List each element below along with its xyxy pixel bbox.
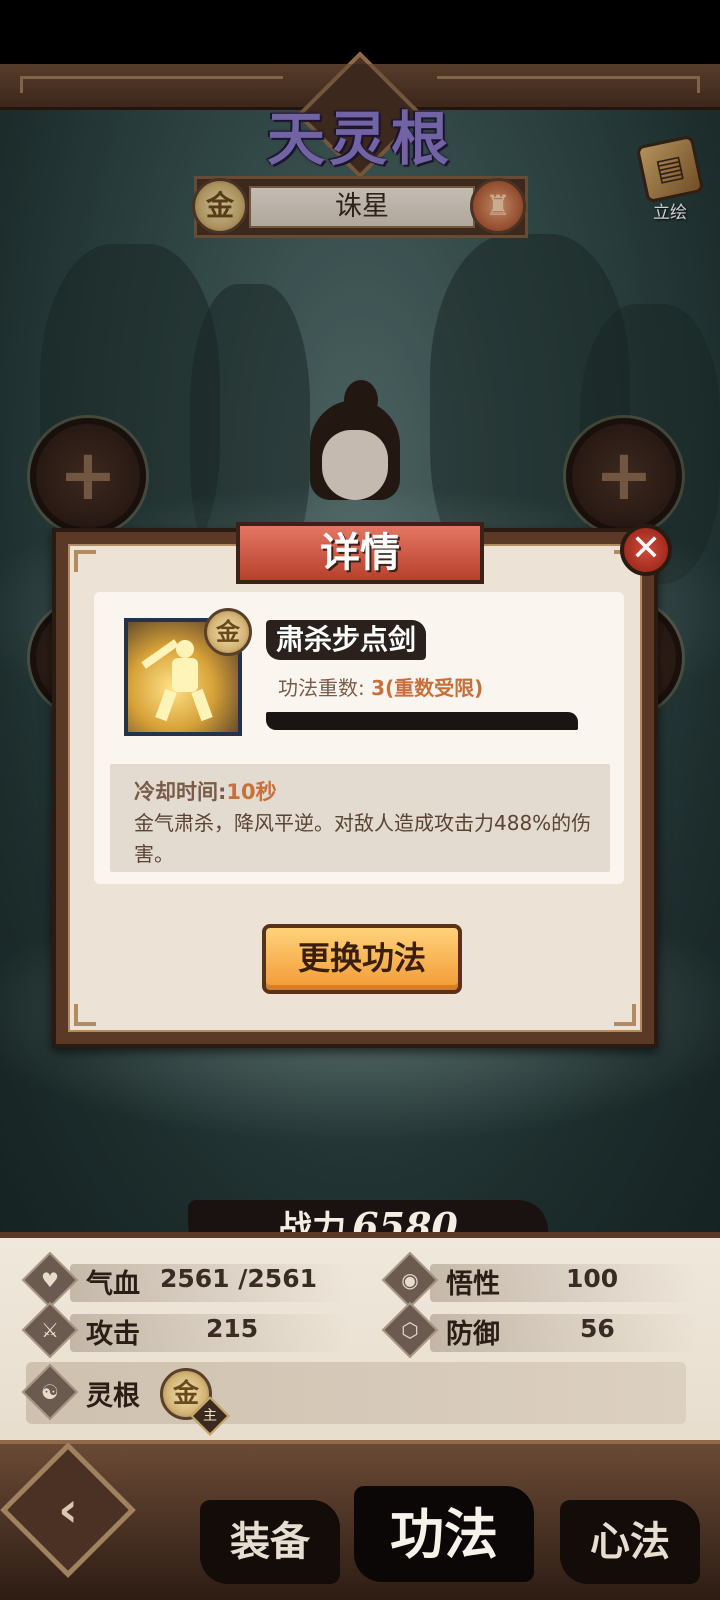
swordsman-icon: [141, 639, 214, 722]
corner-ornament: [74, 1004, 96, 1026]
tab-mind-method[interactable]: 心法: [560, 1500, 700, 1584]
skill-cooldown: 冷却时间:10秒: [134, 776, 277, 806]
ink-brush-divider: [266, 712, 578, 730]
stat-defense-value: 56: [580, 1314, 615, 1343]
corner-ornament: [74, 550, 96, 572]
skill-name: 肃杀步点剑: [266, 620, 427, 660]
stat-attack: ⚔ 攻击 215: [21, 1301, 350, 1359]
tab-equipment[interactable]: 装备: [200, 1500, 340, 1584]
stat-attack-label: 攻击: [86, 1319, 140, 1350]
stat-spirit-root: ☯ 灵根: [21, 1363, 170, 1421]
stat-spirit-root-label: 灵根: [86, 1381, 140, 1412]
stat-hp-value: 2561 /2561: [160, 1264, 317, 1293]
stat-defense-label: 防御: [446, 1319, 500, 1350]
skill-level-label: 功法重数:: [278, 676, 365, 700]
stat-comprehension: ◉ 悟性 100: [381, 1251, 700, 1309]
back-arrow-icon: ‹: [58, 1482, 78, 1538]
yin-yang-icon: ☯: [21, 1363, 79, 1421]
close-icon[interactable]: ✕: [620, 524, 672, 576]
skill-cooldown-value: 10秒: [226, 780, 277, 804]
tab-skills[interactable]: 功法: [354, 1486, 534, 1582]
primary-root-tag-text: 主: [203, 1408, 217, 1424]
stat-hp-label: 气血: [86, 1269, 140, 1300]
modal-title: 详情: [236, 522, 484, 584]
change-skill-button[interactable]: 更换功法: [262, 924, 462, 994]
skill-level-value: 3(重数受限): [371, 676, 484, 700]
skill-cooldown-label: 冷却时间:: [134, 780, 227, 804]
stat-hp: ♥ 气血 2561 /2561: [21, 1251, 350, 1309]
stat-defense: ⬡ 防御 56: [381, 1301, 700, 1359]
corner-ornament: [614, 1004, 636, 1026]
stat-comprehension-label: 悟性: [446, 1269, 500, 1300]
skill-description: 金气肃杀，降风平逆。对敌人造成攻击力488%的伤害。: [134, 811, 592, 866]
skill-element-badge: 金: [204, 608, 252, 656]
skill-level: 功法重数: 3(重数受限): [278, 672, 483, 701]
stat-comprehension-value: 100: [566, 1264, 619, 1293]
stat-attack-value: 215: [206, 1314, 259, 1343]
